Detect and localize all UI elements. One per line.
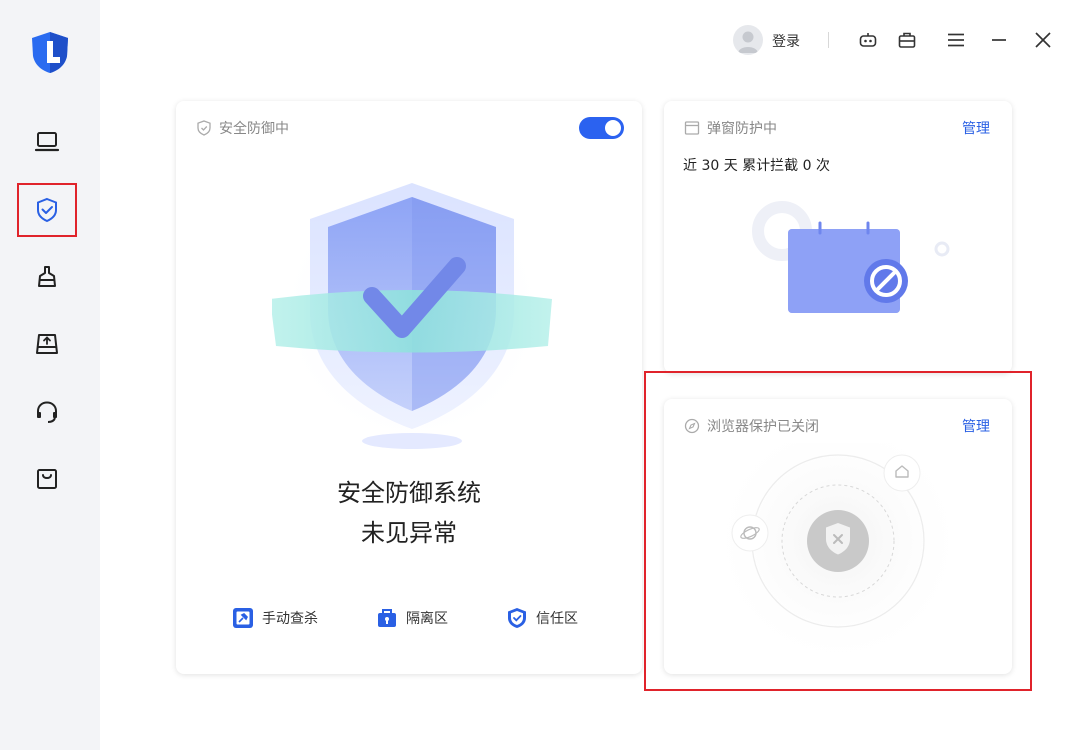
user-avatar[interactable] <box>733 25 763 55</box>
sidebar-item-computer[interactable] <box>17 115 77 169</box>
toolbox-icon <box>898 32 916 48</box>
sidebar-item-support[interactable] <box>17 385 77 439</box>
robot-icon <box>859 33 877 47</box>
window-icon <box>684 121 700 135</box>
laptop-icon <box>34 132 60 152</box>
popup-card-header: 弹窗防护中 <box>684 118 777 138</box>
sidebar-item-drive[interactable] <box>17 317 77 371</box>
app-window: 登录 安全防御中 安全防御系统 未见异常 手动查杀 隔离区 信任区 弹窗防护中 … <box>0 0 1087 750</box>
sidebar-item-security[interactable] <box>17 183 77 237</box>
popup-manage-link[interactable]: 管理 <box>962 118 990 138</box>
close-icon <box>1035 32 1051 48</box>
sidebar-item-cleanup[interactable] <box>17 250 77 304</box>
titlebar-divider <box>828 32 829 48</box>
popup-card-title: 弹窗防护中 <box>707 121 777 137</box>
shield-check-icon <box>37 197 57 223</box>
drive-upload-icon <box>36 334 58 354</box>
close-button[interactable] <box>1031 28 1055 52</box>
popup-protection-card: 弹窗防护中 管理 近 30 天 累计拦截 0 次 <box>664 101 1012 373</box>
defense-card-header: 安全防御中 <box>196 118 289 138</box>
shield-outline-icon <box>197 120 211 136</box>
trust-zone-icon <box>508 608 526 628</box>
trust-zone-label: 信任区 <box>536 611 578 627</box>
defense-status-title: 安全防御系统 <box>337 479 481 507</box>
quarantine-label: 隔离区 <box>406 611 448 627</box>
shield-check-illustration <box>272 176 552 449</box>
headset-icon <box>37 401 57 423</box>
robot-assistant-button[interactable] <box>856 28 880 52</box>
quarantine-icon <box>378 609 396 627</box>
popup-block-illustration <box>752 201 950 313</box>
login-link[interactable]: 登录 <box>772 31 800 51</box>
toggle-knob <box>605 120 621 136</box>
manual-scan-button[interactable]: 手动查杀 <box>232 607 318 629</box>
sidebar-item-store[interactable] <box>17 452 77 506</box>
defense-card: 安全防御中 安全防御系统 未见异常 手动查杀 隔离区 信任区 <box>176 101 642 674</box>
minimize-icon <box>992 39 1006 41</box>
quarantine-button[interactable]: 隔离区 <box>376 607 448 629</box>
trust-zone-button[interactable]: 信任区 <box>506 607 578 629</box>
defense-status-detail: 未见异常 <box>361 519 457 547</box>
defense-toggle[interactable] <box>579 117 624 139</box>
browser-card-highlight <box>644 371 1032 691</box>
minimize-button[interactable] <box>987 28 1011 52</box>
sidebar <box>0 0 100 750</box>
user-icon <box>738 31 758 53</box>
manual-scan-icon <box>233 608 253 628</box>
hamburger-menu-icon <box>948 33 964 47</box>
menu-button[interactable] <box>944 28 968 52</box>
app-logo <box>29 30 71 74</box>
popup-block-stat: 近 30 天 累计拦截 0 次 <box>683 158 830 174</box>
defense-card-title: 安全防御中 <box>219 121 289 137</box>
toolbox-button[interactable] <box>895 28 919 52</box>
manual-scan-label: 手动查杀 <box>262 611 318 627</box>
shopping-bag-icon <box>37 469 57 489</box>
broom-icon <box>38 266 56 287</box>
